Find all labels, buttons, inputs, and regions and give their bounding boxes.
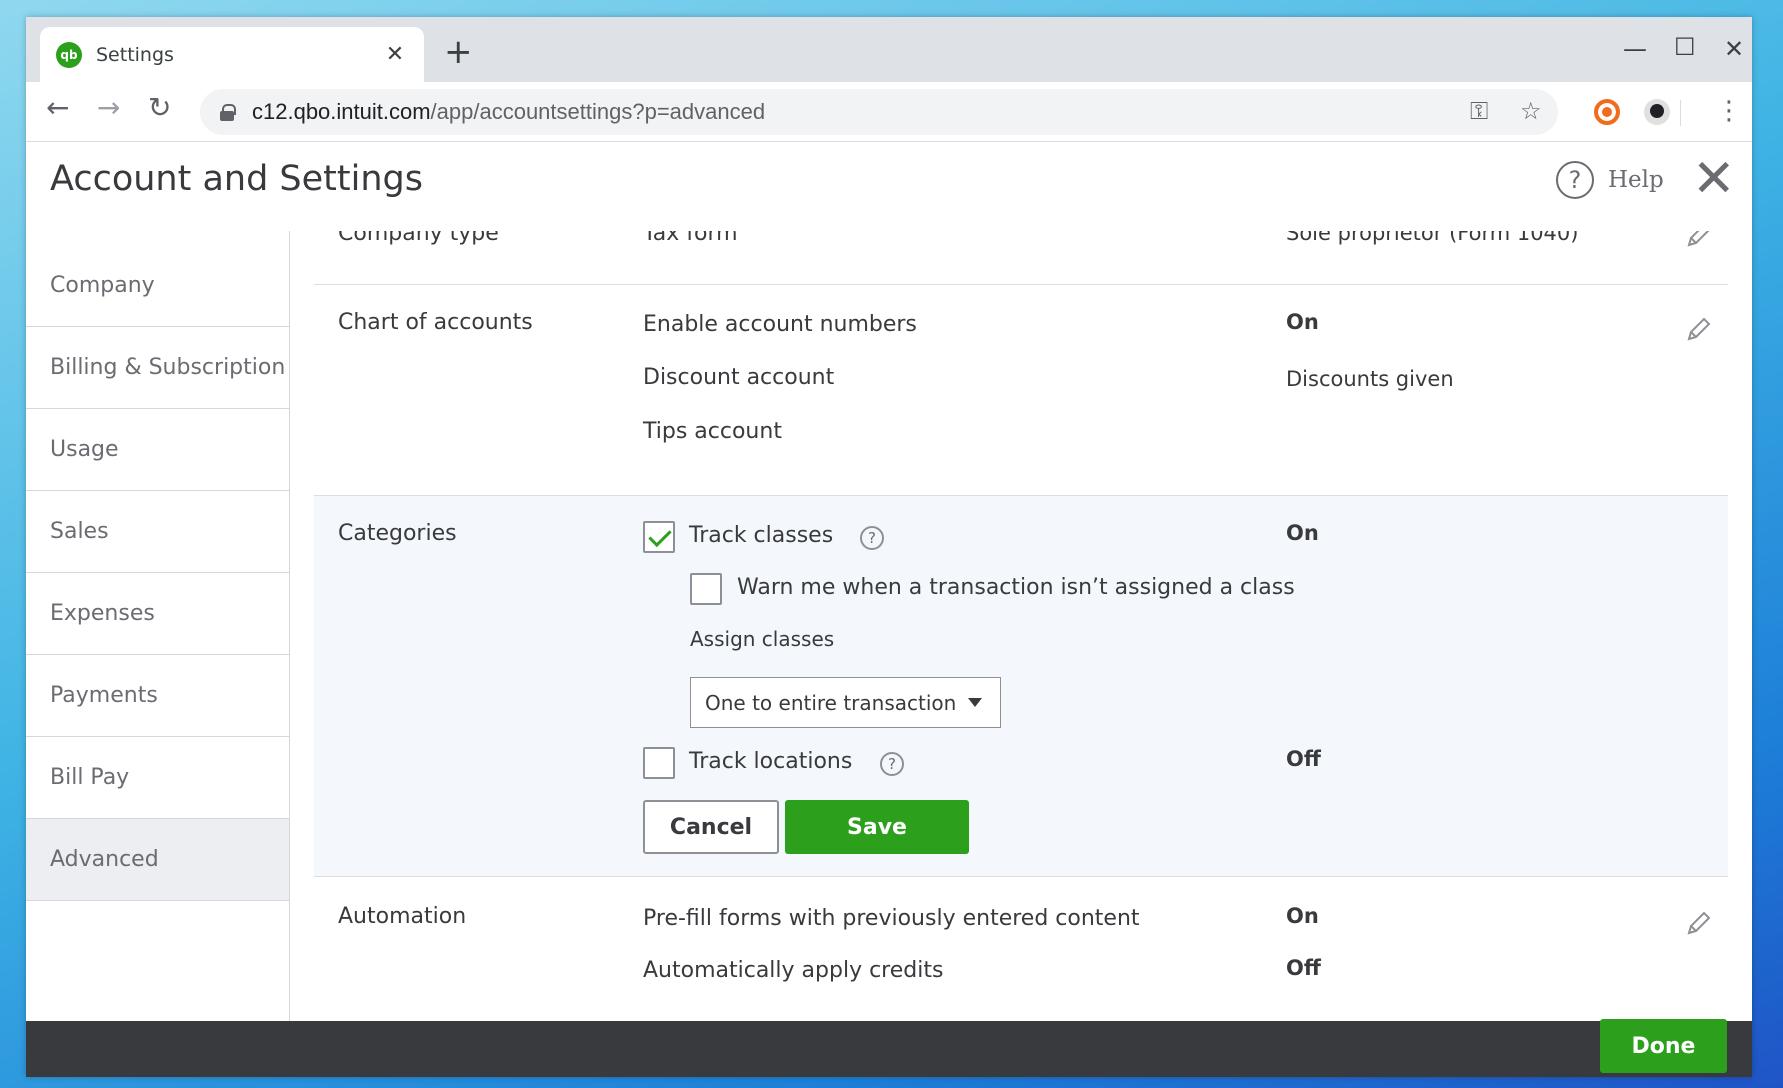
settings-footer [26, 1021, 1752, 1077]
track-classes-checkbox[interactable] [643, 521, 675, 553]
save-button[interactable]: Save [785, 800, 969, 854]
row-value: On [1286, 904, 1319, 928]
row-label: Automatically apply credits [643, 958, 944, 983]
settings-main: Company type Tax form Sole proprietor (F… [290, 231, 1752, 1021]
help-icon: ? [1556, 161, 1594, 199]
track-locations-value: Off [1286, 747, 1321, 771]
row-value: Discounts given [1286, 367, 1454, 391]
page-title: Account and Settings [50, 159, 423, 199]
back-icon[interactable]: ← [46, 94, 69, 122]
assign-classes-selected: One to entire transaction [705, 690, 957, 715]
sidebar-item-bill-pay[interactable]: Bill Pay [26, 737, 289, 819]
assign-classes-select[interactable]: One to entire transaction [690, 677, 1001, 728]
row-label: Pre-fill forms with previously entered c… [643, 906, 1140, 931]
track-classes-value: On [1286, 521, 1319, 545]
done-button[interactable]: Done [1600, 1019, 1727, 1073]
row-label: Tax form [643, 231, 738, 246]
track-locations-checkbox[interactable] [643, 747, 675, 779]
star-icon[interactable]: ☆ [1520, 97, 1542, 125]
section-categories: Categories Track classes ? On Warn me wh… [314, 496, 1728, 877]
tab-close-icon[interactable]: ✕ [382, 42, 408, 67]
chevron-down-icon [968, 698, 982, 707]
help-button[interactable]: ? Help [1556, 161, 1664, 199]
row-value: On [1286, 310, 1319, 334]
track-classes-label: Track classes [689, 523, 834, 548]
browser-tab[interactable]: qb Settings ✕ [40, 27, 424, 82]
help-label: Help [1608, 167, 1664, 193]
browser-toolbar: ← → ↻ c12.qbo.intuit.com/app/accountsett… [26, 82, 1752, 142]
reload-icon[interactable]: ↻ [148, 94, 171, 122]
section-label: Company type [338, 231, 499, 246]
address-bar[interactable]: c12.qbo.intuit.com/app/accountsettings?p… [200, 89, 1558, 135]
window-close-icon[interactable]: ✕ [1724, 35, 1744, 63]
more-menu-icon[interactable]: ⋮ [1716, 96, 1742, 126]
section-automation[interactable]: Automation Pre-fill forms with previousl… [314, 877, 1728, 1021]
forward-icon[interactable]: → [97, 94, 120, 122]
sidebar-item-usage[interactable]: Usage [26, 409, 289, 491]
section-label: Automation [338, 904, 467, 929]
key-icon[interactable]: ⚿ [1470, 97, 1488, 125]
settings-sidebar: Company Billing & Subscription Usage Sal… [26, 231, 290, 1021]
close-settings-icon[interactable]: ✕ [1692, 153, 1736, 205]
track-locations-help-icon[interactable]: ? [880, 752, 904, 776]
sidebar-item-payments[interactable]: Payments [26, 655, 289, 737]
dark-mode-extension-icon[interactable] [1644, 99, 1670, 125]
section-company-type[interactable]: Company type Tax form Sole proprietor (F… [314, 231, 1728, 285]
extension-orange-icon[interactable] [1594, 99, 1620, 125]
edit-pencil-icon[interactable] [1683, 909, 1713, 939]
tab-title: Settings [96, 43, 174, 66]
lock-icon [220, 104, 236, 121]
tab-strip: qb Settings ✕ + — ☐ ✕ [26, 17, 1752, 82]
sidebar-item-sales[interactable]: Sales [26, 491, 289, 573]
sidebar-item-billing[interactable]: Billing & Subscription [26, 327, 289, 409]
row-value: Off [1286, 956, 1321, 980]
url-text: c12.qbo.intuit.com/app/accountsettings?p… [252, 99, 766, 124]
sidebar-item-advanced[interactable]: Advanced [26, 819, 289, 901]
minimize-icon[interactable]: — [1623, 35, 1647, 63]
new-tab-icon[interactable]: + [444, 35, 473, 69]
section-chart-of-accounts[interactable]: Chart of accounts Enable account numbers… [314, 285, 1728, 496]
track-locations-label: Track locations [689, 749, 853, 774]
maximize-icon[interactable]: ☐ [1674, 33, 1696, 61]
toolbar-divider [1680, 100, 1681, 126]
cancel-button[interactable]: Cancel [643, 800, 779, 854]
track-classes-help-icon[interactable]: ? [860, 526, 884, 550]
quickbooks-favicon-icon: qb [56, 41, 82, 68]
edit-pencil-icon[interactable] [1683, 231, 1713, 251]
sidebar-item-expenses[interactable]: Expenses [26, 573, 289, 655]
sidebar-item-company[interactable]: Company [26, 231, 289, 327]
assign-classes-label: Assign classes [690, 627, 835, 651]
row-value: Sole proprietor (Form 1040) [1286, 231, 1579, 245]
section-label: Categories [338, 521, 457, 546]
browser-window: qb Settings ✕ + — ☐ ✕ ← → ↻ c12.qbo.intu… [26, 17, 1752, 1077]
row-label: Enable account numbers [643, 312, 917, 337]
row-label: Discount account [643, 365, 835, 390]
warn-unassigned-class-label: Warn me when a transaction isn’t assigne… [737, 575, 1295, 600]
section-label: Chart of accounts [338, 310, 533, 335]
row-label: Tips account [643, 419, 782, 444]
warn-unassigned-class-checkbox[interactable] [690, 573, 722, 605]
edit-pencil-icon[interactable] [1683, 315, 1713, 345]
